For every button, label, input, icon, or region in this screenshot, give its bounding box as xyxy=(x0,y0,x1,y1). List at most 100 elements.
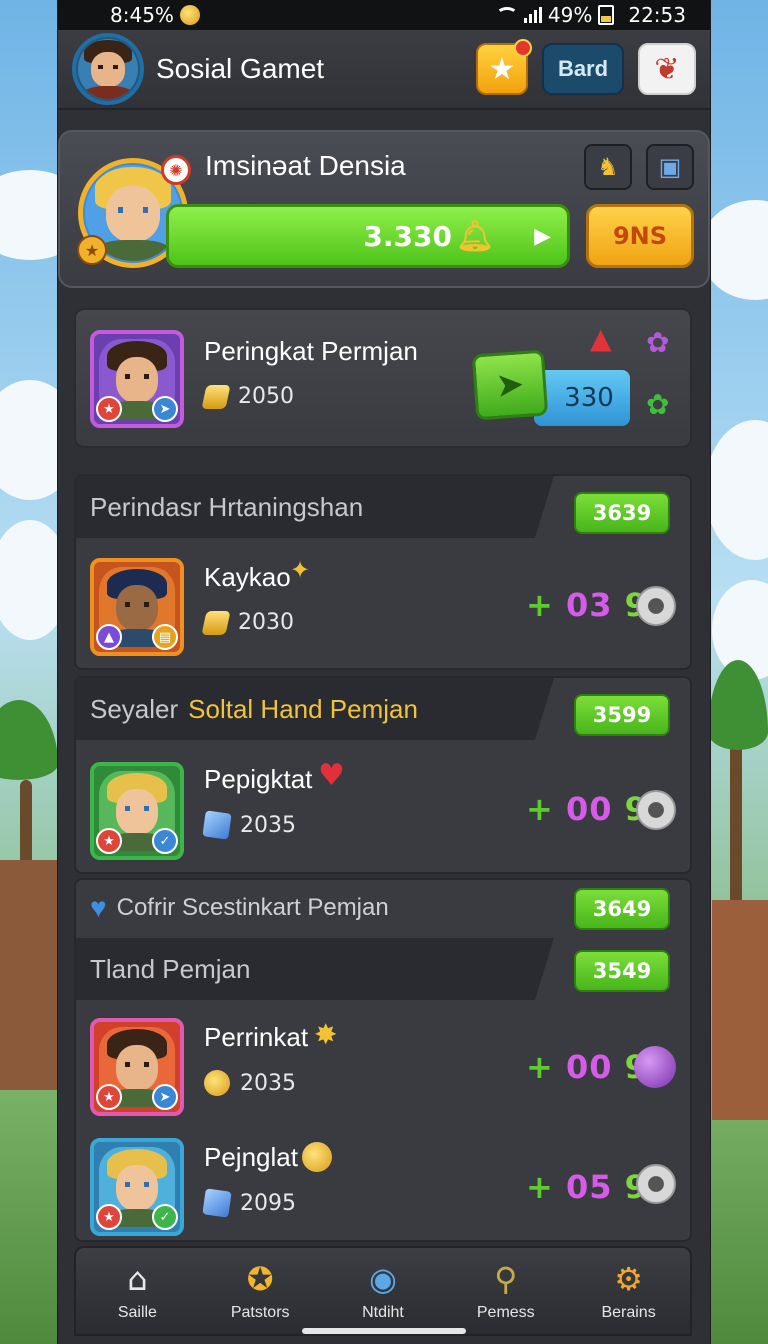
arrow-badge-icon: ➤ xyxy=(152,1084,178,1110)
nav-label-home: Saille xyxy=(117,1304,157,1321)
leaderboard-section-1: Perindasr Hrtaningshan 3639 ▲ ▤ Kaykao ✦… xyxy=(74,474,692,670)
gear-icon: ⚙ xyxy=(614,1260,643,1298)
triangle-badge-icon: ▲ xyxy=(96,624,122,650)
trophy-icon: ♞ xyxy=(597,153,619,181)
star-badge-icon: ★ xyxy=(96,396,122,422)
check-badge-icon: ✓ xyxy=(152,828,178,854)
wifi-icon xyxy=(495,7,518,23)
score-mid: 03 xyxy=(565,586,613,624)
nav-item-settings[interactable]: ⚙ Berains xyxy=(574,1260,684,1322)
notification-badge xyxy=(514,39,532,57)
player-name: Pejnglat xyxy=(204,1142,298,1172)
player-value: 2035 xyxy=(202,810,296,840)
player-score: + 05 9 xyxy=(526,1168,648,1206)
section-1-title: Perindasr Hrtaningshan xyxy=(90,491,364,522)
player-value: 2035 xyxy=(204,1070,296,1096)
rank-coins: 2050 xyxy=(201,384,294,409)
status-bar: 8:45% 49% 22:53 xyxy=(58,0,710,30)
select-radio-button[interactable] xyxy=(636,790,676,830)
app-title: Sosial Gamet xyxy=(156,53,325,84)
coin-icon xyxy=(204,1070,230,1096)
player-portrait: ▲ ▤ xyxy=(90,558,184,656)
trophy-button[interactable]: ♞ xyxy=(584,144,632,190)
chest-badge-icon: ▤ xyxy=(152,624,178,650)
player-score: + 03 9 xyxy=(526,586,648,624)
bell-icon: 🔔︎ xyxy=(455,218,495,254)
play-arrow-icon: ▶ xyxy=(534,223,551,249)
section-2-highlight: Soltal Hand Pemjan xyxy=(188,693,418,724)
arrow-icon: ➤ xyxy=(494,364,526,406)
section-4-count[interactable]: 3549 xyxy=(574,950,670,992)
profile-name: Imsinǝat Densia xyxy=(205,150,406,181)
player-value: 2095 xyxy=(202,1188,296,1218)
home-indicator[interactable] xyxy=(302,1328,466,1334)
section-3-count[interactable]: 3649 xyxy=(574,888,670,930)
sparkle-icon: ✦ xyxy=(290,556,311,584)
section-1-count[interactable]: 3639 xyxy=(574,492,670,534)
card-icon: ▣ xyxy=(658,153,682,181)
gold-action-button[interactable]: 9NS xyxy=(586,204,694,268)
green-arrow-tile[interactable]: ➤ xyxy=(471,349,549,421)
gem-icon xyxy=(202,1188,232,1218)
messages-button[interactable]: ❦ xyxy=(638,43,696,95)
player-name: Perrinkat xyxy=(204,1022,309,1052)
gem-icon xyxy=(202,810,232,840)
score-plus: + xyxy=(526,790,554,828)
home-icon: ⌂ xyxy=(127,1260,148,1298)
score-plus: + xyxy=(526,1168,554,1206)
rank-tag: 330 xyxy=(534,370,630,426)
purple-orb-icon[interactable] xyxy=(634,1046,676,1088)
profile-card: ★ ✺ Imsinǝat Densia ♞ ▣ 3.330 🔔︎ ▶ 9NS xyxy=(58,130,710,288)
nav-item-home[interactable]: ⌂ Saille xyxy=(82,1260,192,1322)
app-header: Sosial Gamet ★ Bard ❦ xyxy=(58,30,710,110)
rank-portrait: ★ ➤ xyxy=(90,330,184,428)
section-2-title: Seyaler xyxy=(90,693,179,724)
battery-percent: 49% xyxy=(547,3,593,27)
user-avatar[interactable] xyxy=(72,33,144,105)
purple-gem-icon: ✿ xyxy=(646,326,670,359)
nav-label-chest: Patstors xyxy=(230,1304,290,1321)
player-portrait: ★ ➤ xyxy=(90,1018,184,1116)
section-2-count[interactable]: 3599 xyxy=(574,694,670,736)
nav-label-compass: Ntdiht xyxy=(362,1304,404,1321)
bottom-navigation: ⌂ Saille ✪ Patstors ◉ Ntdiht ⚲ Pemess ⚙ … xyxy=(74,1246,692,1336)
select-radio-button[interactable] xyxy=(636,586,676,626)
score-plus: + xyxy=(526,1048,554,1086)
chat-bubble-icon: ❦ xyxy=(654,51,680,87)
signal-icon xyxy=(523,7,542,23)
section-4-header: Tland Pemjan xyxy=(76,938,554,1000)
score-mid: 05 xyxy=(565,1168,613,1206)
settings-gear-badge-icon: ✺ xyxy=(161,155,191,185)
coin-icon xyxy=(302,1142,332,1172)
level-star-icon: ★ xyxy=(77,235,107,265)
nav-item-search[interactable]: ⚲ Pemess xyxy=(451,1260,561,1322)
nav-label-search: Pemess xyxy=(476,1304,535,1321)
nav-label-settings: Berains xyxy=(601,1304,656,1321)
nav-item-compass[interactable]: ◉ Ntdiht xyxy=(328,1260,438,1322)
star-badge-icon: ★ xyxy=(96,1204,122,1230)
player-name: Kaykao xyxy=(204,562,291,592)
favorites-button[interactable]: ★ xyxy=(476,39,532,95)
gold-bar-icon xyxy=(201,384,231,409)
green-gem-icon: ✿ xyxy=(646,388,670,421)
rank-coins-value: 2050 xyxy=(238,384,294,409)
score-mid: 00 xyxy=(565,790,613,828)
score-mid: 00 xyxy=(565,1048,613,1086)
inventory-button[interactable]: ▣ xyxy=(646,144,694,190)
xp-progress-bar[interactable]: 3.330 🔔︎ ▶ xyxy=(166,204,570,268)
star-icon: ★ xyxy=(488,51,516,87)
arrow-badge-icon: ➤ xyxy=(152,396,178,422)
leaderboard-section-3: ♥ Cofrir Scestinkart Pemjan 3649 Tland P… xyxy=(74,878,692,1242)
section-1-header: Perindasr Hrtaningshan xyxy=(76,476,554,538)
magnifier-icon: ⚲ xyxy=(494,1260,518,1298)
nav-item-chest[interactable]: ✪ Patstors xyxy=(205,1260,315,1322)
player-value-text: 2095 xyxy=(240,1190,296,1216)
select-radio-button[interactable] xyxy=(636,1164,676,1204)
rank-card[interactable]: ★ ➤ Peringkat Permjan 2050 330 ➤ ▲ ✿ ✿ xyxy=(74,308,692,448)
blue-heart-icon: ♥ xyxy=(90,892,107,923)
status-time-left: 8:45% xyxy=(110,3,174,27)
player-value-text: 2035 xyxy=(240,1070,296,1096)
bard-button[interactable]: Bard xyxy=(542,43,624,95)
heart-icon: ♥ xyxy=(318,758,345,793)
section-2-header: Seyaler Soltal Hand Pemjan xyxy=(76,678,554,740)
